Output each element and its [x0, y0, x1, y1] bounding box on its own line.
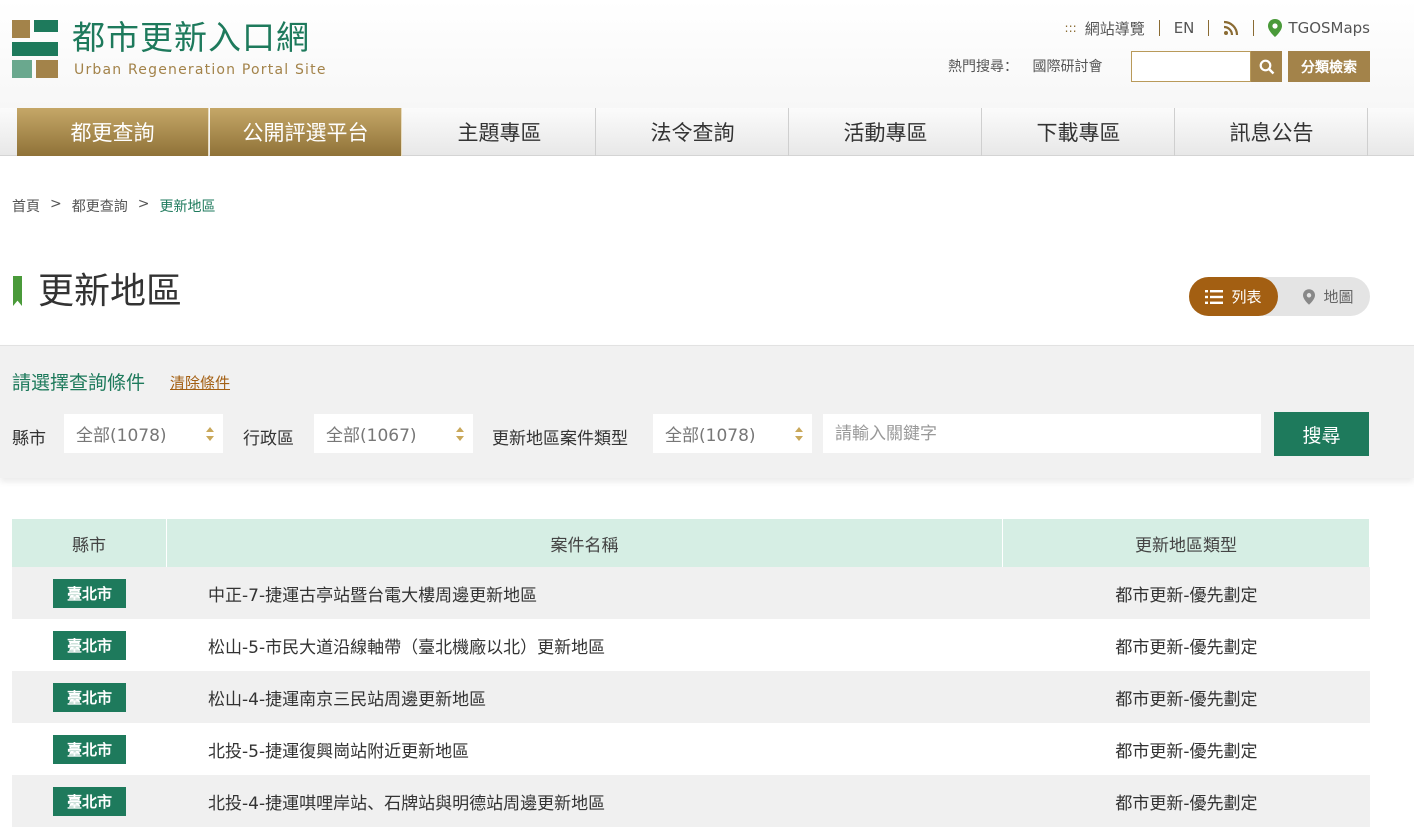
- table-body: 臺北市 中正-7-捷運古亭站暨台電大樓周邊更新地區 都市更新-優先劃定 臺北市 …: [12, 567, 1370, 827]
- case-type-select-value: 全部(1078): [665, 426, 756, 446]
- category-search-button[interactable]: 分類檢索: [1288, 51, 1370, 82]
- region-type: 都市更新-優先劃定: [1115, 689, 1258, 710]
- county-select-value: 全部(1078): [76, 426, 167, 446]
- breadcrumb-current: 更新地區: [159, 199, 216, 215]
- select-arrows-icon: [206, 427, 214, 441]
- nav-item-events[interactable]: 活動專區: [790, 108, 982, 156]
- dots-icon: :::: [1064, 21, 1077, 35]
- list-icon: [1205, 289, 1224, 304]
- table-row[interactable]: 臺北市 北投-4-捷運唭哩岸站、石牌站與明德站周邊更新地區 都市更新-優先劃定: [12, 775, 1370, 827]
- city-badge: 臺北市: [52, 630, 126, 660]
- main-nav: 都更查詢 公開評選平台 主題專區 法令查詢 活動專區 下載專區 訊息公告: [0, 108, 1414, 156]
- table-row[interactable]: 臺北市 松山-5-市民大道沿線軸帶（臺北機廠以北）更新地區 都市更新-優先劃定: [12, 619, 1370, 671]
- case-name[interactable]: 松山-4-捷運南京三民站周邊更新地區: [167, 671, 1003, 723]
- site-search-input[interactable]: [1131, 51, 1251, 82]
- lang-link[interactable]: EN: [1174, 19, 1195, 37]
- map-pin-icon: [1303, 288, 1316, 305]
- county-label: 縣市: [12, 429, 46, 449]
- top-links: ::: 網站導覽 EN TGOSMaps: [1065, 17, 1370, 39]
- breadcrumb: 首頁 > 都更查詢 > 更新地區: [12, 196, 215, 216]
- nav-item-public-selection[interactable]: 公開評選平台: [210, 108, 402, 156]
- city-badge: 臺北市: [52, 786, 126, 816]
- divider: [1158, 20, 1160, 36]
- map-view-label: 地圖: [1323, 288, 1354, 306]
- filter-title: 請選擇查詢條件: [12, 372, 146, 394]
- nav-item-urban-query[interactable]: 都更查詢: [17, 108, 209, 156]
- hot-search-keyword[interactable]: 國際研討會: [1032, 59, 1102, 75]
- view-toggle: 列表 地圖: [1189, 277, 1370, 316]
- case-type-label: 更新地區案件類型: [492, 429, 628, 449]
- site-title[interactable]: 都市更新入口網: [72, 18, 310, 58]
- divider: [1253, 20, 1255, 36]
- nav-item-topics[interactable]: 主題專區: [404, 108, 596, 156]
- city-badge: 臺北市: [52, 578, 126, 608]
- county-select[interactable]: 全部(1078): [64, 414, 223, 453]
- keyword-input[interactable]: [823, 414, 1261, 453]
- hot-search-label: 熱門搜尋：: [948, 59, 1018, 75]
- table-row[interactable]: 臺北市 北投-5-捷運復興崗站附近更新地區 都市更新-優先劃定: [12, 723, 1370, 775]
- case-name[interactable]: 北投-4-捷運唭哩岸站、石牌站與明德站周邊更新地區: [167, 775, 1003, 827]
- sitemap-link[interactable]: 網站導覽: [1085, 18, 1145, 39]
- case-name[interactable]: 松山-5-市民大道沿線軸帶（臺北機廠以北）更新地區: [167, 619, 1003, 671]
- column-header-city: 縣市: [12, 519, 167, 567]
- title-bookmark-icon: [13, 276, 22, 306]
- table-row[interactable]: 臺北市 中正-7-捷運古亭站暨台電大樓周邊更新地區 都市更新-優先劃定: [12, 567, 1370, 619]
- district-label: 行政區: [243, 429, 294, 449]
- region-type: 都市更新-優先劃定: [1115, 793, 1258, 814]
- map-pin-icon: [1268, 19, 1283, 37]
- divider: [1208, 20, 1210, 36]
- list-view-button[interactable]: 列表: [1189, 277, 1278, 316]
- select-arrows-icon: [456, 427, 464, 441]
- page-title: 更新地區: [38, 271, 183, 312]
- breadcrumb-level1[interactable]: 都更查詢: [72, 196, 128, 216]
- case-name[interactable]: 北投-5-捷運復興崗站附近更新地區: [167, 723, 1003, 775]
- region-type: 都市更新-優先劃定: [1115, 637, 1258, 658]
- search-icon: [1259, 59, 1274, 74]
- results-table: 縣市 案件名稱 更新地區類型 臺北市 中正-7-捷運古亭站暨台電大樓周邊更新地區…: [12, 519, 1370, 827]
- district-select[interactable]: 全部(1067): [314, 414, 473, 453]
- table-header: 縣市 案件名稱 更新地區類型: [12, 519, 1370, 567]
- nav-item-regulations[interactable]: 法令查詢: [597, 108, 789, 156]
- site-search-button[interactable]: [1251, 51, 1282, 82]
- site-header: 都市更新入口網 Urban Regeneration Portal Site :…: [0, 0, 1414, 108]
- nav-item-announcements[interactable]: 訊息公告: [1176, 108, 1368, 156]
- map-view-button[interactable]: 地圖: [1287, 277, 1370, 316]
- clear-filters-link[interactable]: 清除條件: [170, 372, 230, 393]
- nav-item-downloads[interactable]: 下載專區: [983, 108, 1175, 156]
- search-button[interactable]: 搜尋: [1274, 412, 1369, 456]
- tgos-link[interactable]: TGOSMaps: [1288, 19, 1370, 37]
- city-badge: 臺北市: [52, 682, 126, 712]
- breadcrumb-separator: >: [50, 196, 62, 212]
- district-select-value: 全部(1067): [326, 426, 417, 446]
- column-header-case-name: 案件名稱: [167, 519, 1003, 567]
- case-type-select[interactable]: 全部(1078): [653, 414, 812, 453]
- select-arrows-icon: [795, 427, 803, 441]
- column-header-type: 更新地區類型: [1003, 519, 1370, 567]
- filter-panel: 請選擇查詢條件 清除條件 縣市 全部(1078) 行政區 全部(1067) 更新…: [0, 345, 1414, 478]
- case-name[interactable]: 中正-7-捷運古亭站暨台電大樓周邊更新地區: [167, 567, 1003, 619]
- city-badge: 臺北市: [52, 734, 126, 764]
- site-subtitle: Urban Regeneration Portal Site: [74, 62, 327, 78]
- list-view-label: 列表: [1231, 288, 1262, 306]
- breadcrumb-home[interactable]: 首頁: [12, 196, 40, 216]
- table-row[interactable]: 臺北市 松山-4-捷運南京三民站周邊更新地區 都市更新-優先劃定: [12, 671, 1370, 723]
- hot-search: 熱門搜尋： 國際研討會: [948, 56, 1102, 76]
- breadcrumb-separator: >: [137, 196, 150, 212]
- region-type: 都市更新-優先劃定: [1115, 585, 1258, 606]
- site-logo-icon[interactable]: [12, 20, 60, 80]
- rss-icon[interactable]: [1223, 20, 1239, 36]
- region-type: 都市更新-優先劃定: [1115, 741, 1258, 762]
